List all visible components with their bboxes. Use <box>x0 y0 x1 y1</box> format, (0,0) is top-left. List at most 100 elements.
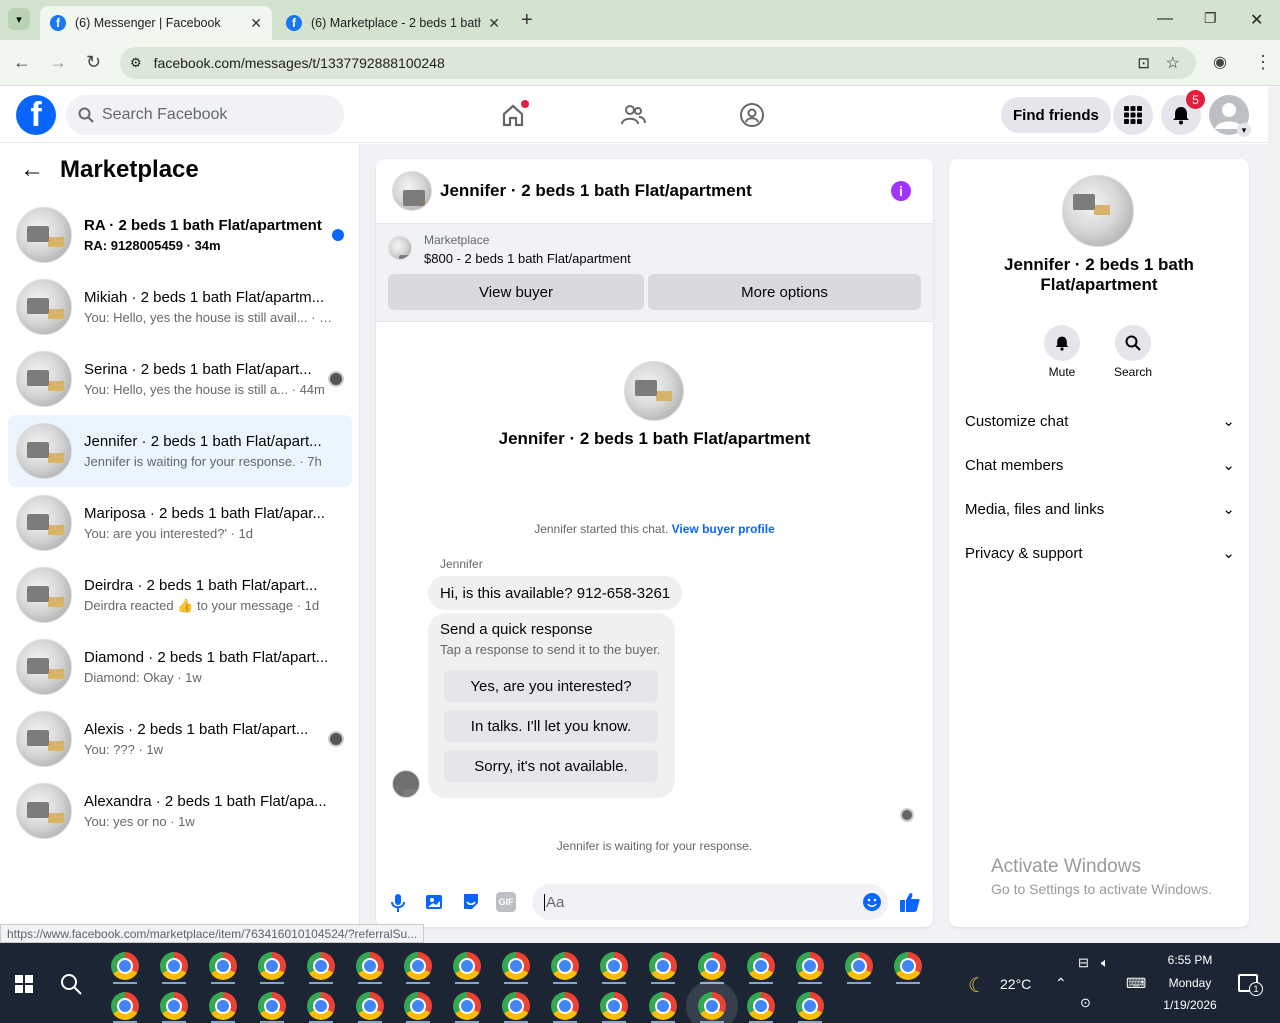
chrome-icon[interactable] <box>600 992 628 1020</box>
close-window-button[interactable]: ✕ <box>1250 10 1263 30</box>
facebook-logo[interactable]: f <box>16 95 56 135</box>
chrome-icon[interactable] <box>747 992 775 1020</box>
message-input[interactable]: Aa <box>532 884 888 920</box>
avatar[interactable] <box>392 171 432 211</box>
reload-icon[interactable]: ↻ <box>86 52 101 73</box>
mute-button[interactable] <box>1044 325 1080 361</box>
chrome-icon[interactable] <box>258 952 286 980</box>
sender-avatar[interactable] <box>392 770 420 798</box>
chrome-icon[interactable] <box>404 992 432 1020</box>
tab-search-button[interactable]: ▾ <box>8 8 30 30</box>
chrome-icon[interactable] <box>160 992 188 1020</box>
more-options-button[interactable]: More options <box>648 274 921 310</box>
search-icon[interactable] <box>60 973 82 1000</box>
conversation-item[interactable]: RA · 2 beds 1 bath Flat/apartment RA: 912… <box>8 199 352 271</box>
chrome-icon[interactable] <box>551 952 579 980</box>
chrome-icon[interactable] <box>258 992 286 1020</box>
chrome-icon[interactable] <box>845 952 873 980</box>
clock-date[interactable]: 1/19/2026 <box>1158 998 1222 1012</box>
tab-marketplace[interactable]: f (6) Marketplace - 2 beds 1 bath ✕ <box>276 6 510 40</box>
photo-icon[interactable] <box>425 892 445 917</box>
home-nav-icon[interactable] <box>495 97 531 133</box>
chrome-icon[interactable] <box>307 992 335 1020</box>
conversation-item[interactable]: Serina · 2 beds 1 bath Flat/apart... You:… <box>8 343 352 415</box>
media-files-section[interactable]: Media, files and links ⌄ <box>965 493 1235 525</box>
chrome-icon[interactable] <box>698 992 726 1020</box>
back-icon[interactable]: ← <box>13 52 31 73</box>
find-friends-button[interactable]: Find friends <box>1001 97 1111 133</box>
chrome-icon[interactable] <box>356 952 384 980</box>
chrome-icon[interactable] <box>356 992 384 1020</box>
chrome-icon[interactable] <box>453 992 481 1020</box>
view-buyer-button[interactable]: View buyer <box>388 274 644 310</box>
minimize-button[interactable]: — <box>1157 10 1173 28</box>
groups-nav-icon[interactable] <box>734 97 770 133</box>
chrome-icon[interactable] <box>404 952 432 980</box>
message-bubble[interactable]: Hi, is this available? 912-658-3261 <box>428 576 683 610</box>
new-tab-button[interactable]: + <box>521 9 533 32</box>
chrome-icon[interactable] <box>894 952 922 980</box>
chrome-icon[interactable] <box>502 952 530 980</box>
customize-chat-section[interactable]: Customize chat ⌄ <box>965 405 1235 437</box>
friends-nav-icon[interactable] <box>615 97 651 133</box>
volume-muted-icon[interactable]: 🔈︎ <box>1101 955 1109 971</box>
paint-app-icon[interactable] <box>111 952 139 980</box>
chrome-icon[interactable] <box>551 992 579 1020</box>
sticker-icon[interactable] <box>461 892 481 917</box>
menu-icon[interactable]: ⋮ <box>1254 52 1272 73</box>
chrome-icon[interactable] <box>502 992 530 1020</box>
conversation-item[interactable]: Jennifer · 2 beds 1 bath Flat/apart... Je… <box>8 415 352 487</box>
chrome-icon[interactable] <box>796 952 824 980</box>
chrome-icon[interactable] <box>796 992 824 1020</box>
conversation-item[interactable]: Diamond · 2 beds 1 bath Flat/apart... Dia… <box>8 631 352 703</box>
chat-title[interactable]: Jennifer · 2 beds 1 bath Flat/apartment <box>440 181 752 201</box>
tab-messenger[interactable]: f (6) Messenger | Facebook ✕ <box>40 6 272 40</box>
conversation-item[interactable]: Alexis · 2 beds 1 bath Flat/apart... You:… <box>8 703 352 775</box>
chrome-icon[interactable] <box>111 992 139 1020</box>
address-bar[interactable]: ⚙ facebook.com/messages/t/13377928881002… <box>120 47 1196 79</box>
view-buyer-profile-link[interactable]: View buyer profile <box>672 522 775 536</box>
back-arrow-icon[interactable]: ← <box>20 156 44 184</box>
chrome-icon[interactable] <box>649 952 677 980</box>
temperature[interactable]: 22°C <box>1000 976 1031 992</box>
info-icon[interactable]: i <box>891 181 911 201</box>
restore-button[interactable]: ❐ <box>1204 10 1217 27</box>
listing-title[interactable]: $800 - 2 beds 1 bath Flat/apartment <box>424 251 631 266</box>
site-info-icon[interactable]: ⚙ <box>130 55 142 71</box>
chrome-icon[interactable] <box>453 952 481 980</box>
emoji-icon[interactable] <box>862 892 882 916</box>
privacy-support-section[interactable]: Privacy & support ⌄ <box>965 537 1235 569</box>
search-chat-button[interactable] <box>1115 325 1151 361</box>
chevron-up-icon[interactable]: ⌃ <box>1055 975 1067 992</box>
install-app-icon[interactable]: ⊡ <box>1137 54 1150 72</box>
chrome-icon[interactable] <box>600 952 628 980</box>
clock-day[interactable]: Monday <box>1160 976 1220 990</box>
meet-icon[interactable]: ⊙ <box>1080 995 1091 1011</box>
chrome-icon[interactable] <box>698 952 726 980</box>
chrome-icon[interactable] <box>307 952 335 980</box>
windows-start-icon[interactable] <box>15 975 33 998</box>
gif-icon[interactable]: GIF <box>496 892 516 912</box>
chat-members-section[interactable]: Chat members ⌄ <box>965 449 1235 481</box>
conversation-item[interactable]: Mariposa · 2 beds 1 bath Flat/apar... You… <box>8 487 352 559</box>
quick-response-button[interactable]: In talks. I'll let you know. <box>444 710 658 742</box>
conversation-item[interactable]: Mikiah · 2 beds 1 bath Flat/apartm... You… <box>8 271 352 343</box>
menu-grid-icon[interactable] <box>1113 95 1153 135</box>
page-scrollbar[interactable] <box>1268 87 1280 943</box>
close-icon[interactable]: ✕ <box>250 15 262 32</box>
chrome-icon[interactable] <box>649 992 677 1020</box>
bookmark-star-icon[interactable]: ☆ <box>1166 53 1180 73</box>
network-icon[interactable]: ⊟ <box>1078 955 1089 971</box>
chrome-icon[interactable] <box>160 952 188 980</box>
keyboard-icon[interactable]: ⌨ <box>1126 975 1146 992</box>
profile-icon[interactable]: ◉ <box>1213 52 1227 72</box>
chrome-icon[interactable] <box>747 952 775 980</box>
quick-response-button[interactable]: Sorry, it's not available. <box>444 750 658 782</box>
conversation-item[interactable]: Alexandra · 2 beds 1 bath Flat/apa... You… <box>8 775 352 847</box>
quick-response-button[interactable]: Yes, are you interested? <box>444 670 658 702</box>
like-thumb-icon[interactable] <box>899 891 921 918</box>
search-input[interactable]: Search Facebook <box>66 95 344 135</box>
chrome-icon[interactable] <box>209 992 237 1020</box>
chrome-icon[interactable] <box>209 952 237 980</box>
account-avatar[interactable]: ▾ <box>1209 95 1251 137</box>
